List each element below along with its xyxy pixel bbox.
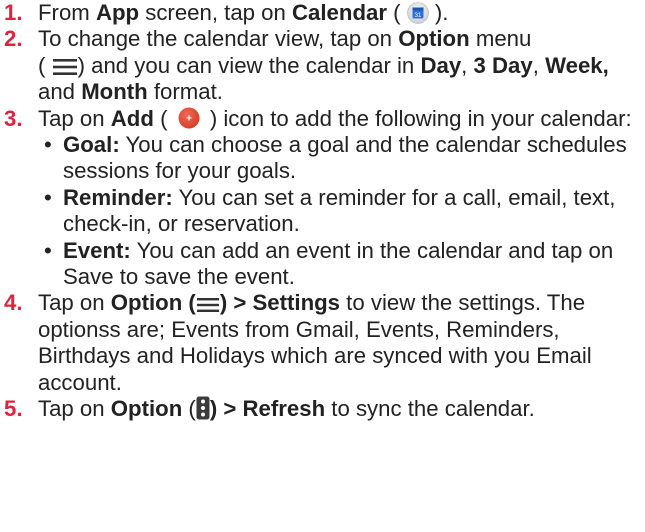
option-label: Option bbox=[110, 396, 183, 422]
step-number: 3. bbox=[4, 105, 23, 131]
step-1: 1. From App screen, tap on Calendar ( 31… bbox=[4, 0, 449, 25]
refresh-label: ) > Refresh bbox=[209, 396, 326, 422]
option-label: Option ( bbox=[110, 290, 196, 316]
step-number: 1. bbox=[4, 0, 23, 25]
option-label: Option bbox=[398, 26, 470, 52]
goal-label: Goal: bbox=[63, 132, 120, 158]
step-number: 4. bbox=[4, 290, 23, 316]
more-vert-icon bbox=[196, 396, 210, 420]
add-icon: + bbox=[174, 106, 204, 130]
step-3: 3. Tap on Add ( + ) icon to add the foll… bbox=[4, 106, 640, 291]
list-item: Goal: You can choose a goal and the cale… bbox=[42, 132, 640, 185]
step-2: 2. To change the calendar view, tap on O… bbox=[4, 26, 609, 105]
calendar-label: Calendar bbox=[292, 0, 387, 25]
calendar-icon: 31 bbox=[406, 2, 429, 24]
menu-icon bbox=[52, 57, 78, 77]
svg-text:31: 31 bbox=[414, 13, 421, 19]
day-label: Day bbox=[420, 52, 462, 78]
settings-label: ) > Settings bbox=[219, 290, 341, 316]
step-5: 5. Tap on Option () > Refresh to sync th… bbox=[4, 396, 535, 422]
month-label: Month bbox=[81, 79, 148, 105]
reminder-label: Reminder: bbox=[63, 184, 173, 210]
list-item: Reminder: You can set a reminder for a c… bbox=[42, 185, 640, 238]
step-number: 5. bbox=[4, 396, 23, 422]
bullet-list: Goal: You can choose a goal and the cale… bbox=[38, 132, 640, 290]
week-label: Week, bbox=[545, 52, 609, 78]
add-label: Add bbox=[110, 105, 154, 131]
three-day-label: 3 Day bbox=[473, 52, 533, 78]
list-item: Event: You can add an event in the calen… bbox=[42, 238, 640, 291]
step-number: 2. bbox=[4, 26, 23, 52]
event-label: Event: bbox=[63, 237, 131, 263]
svg-text:+: + bbox=[186, 113, 192, 124]
menu-icon bbox=[196, 296, 220, 314]
instructions: 1. From App screen, tap on Calendar ( 31… bbox=[4, 0, 640, 423]
step-4: 4. Tap on Option () > Settings to view t… bbox=[4, 290, 592, 395]
app-label: App bbox=[95, 0, 140, 25]
